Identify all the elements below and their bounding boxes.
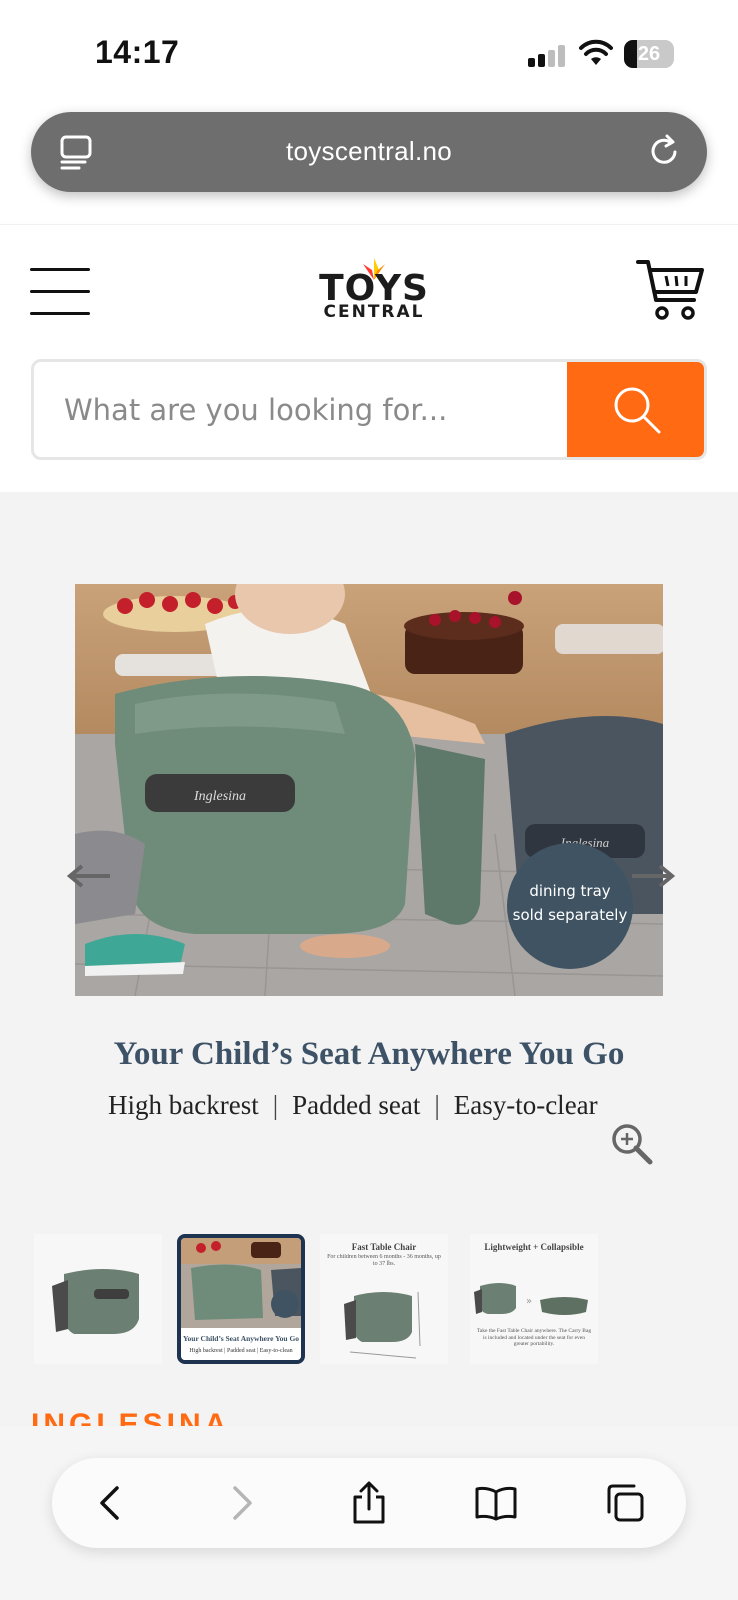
url-text[interactable]: toyscentral.no — [31, 136, 707, 167]
thumbnail-chair-image — [52, 1269, 139, 1334]
chevron-right-icon — [233, 1486, 252, 1520]
bookmarks-button[interactable] — [472, 1480, 520, 1526]
share-icon — [353, 1481, 385, 1524]
status-bar: 14:17 26 — [0, 0, 738, 100]
shopping-cart-icon[interactable] — [636, 258, 704, 322]
thumbnail-collapsible-image: Lightweight + Collapsible » Take the Fas… — [474, 1242, 592, 1347]
thumbnail-subcaption: High backrest | Padded seat | Easy-to-cl… — [189, 1348, 292, 1354]
feature-list: High backrest | Padded seat | Easy-to-clear — [108, 1090, 628, 1130]
cellular-signal-icon — [528, 45, 568, 67]
thumbnail-subcaption: Take the Fast Table Chair anywhere. The … — [476, 1328, 592, 1347]
thumbnail[interactable]: Lightweight + Collapsible » Take the Fas… — [470, 1234, 598, 1364]
zoom-in-icon[interactable] — [610, 1122, 654, 1166]
thumbnail-caption: Fast Table Chair — [352, 1242, 417, 1252]
feature-separator: | — [434, 1090, 440, 1120]
tabs-button[interactable] — [601, 1480, 649, 1526]
wifi-icon — [579, 39, 613, 65]
thumbnail-active[interactable]: Your Child’s Seat Anywhere You Go High b… — [177, 1234, 305, 1364]
product-main-image[interactable]: Inglesina Inglesina dining tray sold sep… — [75, 584, 663, 996]
previous-image-arrow-icon[interactable] — [66, 862, 112, 890]
thumbnail-strip: Your Child’s Seat Anywhere You Go High b… — [0, 1234, 738, 1370]
thumbnail[interactable]: Fast Table Chair For children between 6 … — [320, 1234, 448, 1364]
image-brand-label: Inglesina — [193, 789, 246, 804]
hamburger-menu-icon[interactable] — [30, 268, 90, 316]
address-bar[interactable]: toyscentral.no — [31, 112, 707, 192]
feature-item: High backrest — [108, 1090, 259, 1120]
feature-separator: | — [272, 1090, 279, 1120]
thumbnail-dimensions-image: Fast Table Chair For children between 6 … — [327, 1242, 441, 1359]
site-logo[interactable]: TOYS CENTRAL — [318, 258, 430, 324]
status-time: 14:17 — [95, 34, 180, 70]
reload-icon[interactable] — [645, 132, 683, 170]
thumbnail[interactable] — [34, 1234, 162, 1364]
chevron-left-icon — [100, 1486, 119, 1520]
product-image-headline: Your Child’s Seat Anywhere You Go — [113, 1036, 625, 1072]
tabs-icon — [607, 1484, 644, 1522]
thumbnail-subcaption: For children between 6 months - 36 month… — [327, 1254, 441, 1267]
forward-button[interactable] — [218, 1480, 266, 1526]
search-button[interactable] — [567, 362, 704, 457]
thumbnail-lifestyle-image: Your Child’s Seat Anywhere You Go High b… — [181, 1238, 301, 1360]
search-box — [31, 359, 707, 460]
feature-item: Padded seat — [292, 1090, 421, 1120]
search-input[interactable] — [34, 362, 572, 457]
battery-icon: 26 — [624, 40, 674, 68]
thumbnail-caption: Lightweight + Collapsible — [484, 1242, 583, 1252]
thumbnail-caption: Your Child’s Seat Anywhere You Go — [183, 1334, 299, 1343]
battery-percent: 26 — [637, 43, 661, 65]
search-icon — [614, 387, 661, 433]
back-button[interactable] — [86, 1480, 134, 1526]
thumbnail-arrow-glyph: » — [526, 1296, 532, 1307]
next-image-arrow-icon[interactable] — [630, 862, 676, 890]
book-icon — [475, 1486, 517, 1521]
image-badge-line1: dining tray — [529, 882, 610, 900]
logo-central-text: CENTRAL — [323, 302, 425, 322]
feature-item: Easy-to-clear — [453, 1090, 598, 1120]
share-button[interactable] — [345, 1480, 393, 1526]
page: 14:17 26 toyscentral.no TOYS CENTRAL Wha… — [0, 0, 738, 1600]
brand-name-heading[interactable]: INGLESINA — [31, 1410, 230, 1426]
image-badge-line2: sold separately — [513, 906, 628, 924]
high-chair-photo: Inglesina Inglesina dining tray sold sep… — [75, 584, 663, 996]
